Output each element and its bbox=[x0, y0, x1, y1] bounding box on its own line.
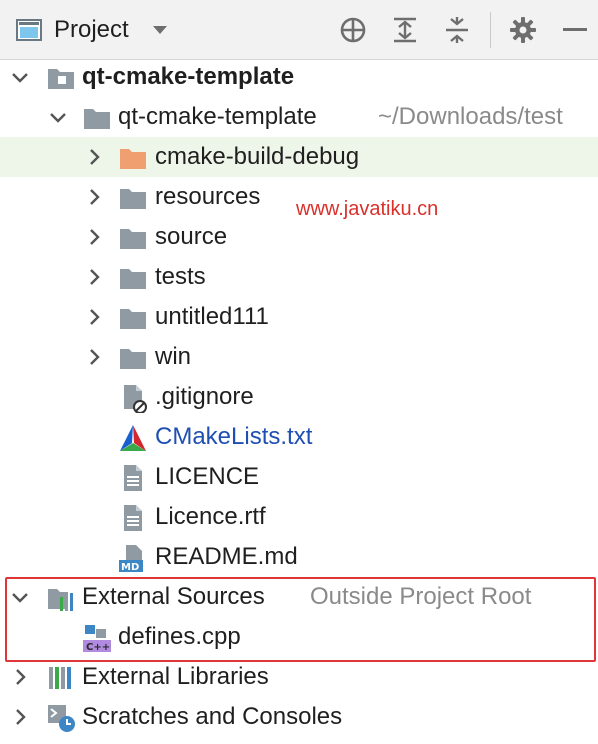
hide-icon[interactable] bbox=[560, 0, 590, 60]
dropdown-icon[interactable] bbox=[148, 0, 172, 60]
library-icon bbox=[46, 663, 76, 693]
tree-row-folder[interactable]: tests bbox=[0, 257, 598, 297]
module-path: ~/Downloads/test bbox=[378, 103, 563, 130]
file-label: LICENCE bbox=[155, 463, 260, 490]
tree-row-external-libraries[interactable]: External Libraries bbox=[0, 657, 598, 697]
folder-label: untitled111 bbox=[155, 303, 269, 330]
file-label: defines.cpp bbox=[118, 623, 241, 650]
text-file-icon bbox=[118, 463, 148, 493]
tree-row-file[interactable]: C++ defines.cpp bbox=[0, 617, 598, 657]
folder-label: source bbox=[155, 223, 228, 250]
tree-row-folder[interactable]: source bbox=[0, 217, 598, 257]
module-folder-icon bbox=[46, 63, 76, 93]
svg-text:MD: MD bbox=[121, 562, 139, 573]
markdown-file-icon: MD bbox=[118, 543, 148, 573]
chevron-down-icon[interactable] bbox=[46, 105, 70, 129]
collapse-all-icon[interactable] bbox=[440, 0, 474, 60]
folder-label: win bbox=[155, 343, 192, 370]
chevron-right-icon[interactable] bbox=[8, 705, 32, 729]
settings-icon[interactable] bbox=[506, 0, 540, 60]
folder-label: tests bbox=[155, 263, 206, 290]
folder-icon bbox=[118, 183, 148, 213]
tree-row-external-sources[interactable]: External Sources Outside Project Root bbox=[0, 577, 598, 617]
project-window-icon[interactable] bbox=[14, 0, 44, 60]
tree-row-file[interactable]: CMakeLists.txt bbox=[0, 417, 598, 457]
chevron-right-icon[interactable] bbox=[8, 665, 32, 689]
chevron-right-icon[interactable] bbox=[82, 185, 106, 209]
scratches-label: Scratches and Consoles bbox=[82, 703, 343, 730]
excluded-folder-icon bbox=[118, 143, 148, 173]
root-project-label: qt-cmake-template bbox=[82, 63, 295, 90]
expand-all-icon[interactable] bbox=[388, 0, 422, 60]
external-libraries-label: External Libraries bbox=[82, 663, 269, 690]
chevron-right-icon[interactable] bbox=[82, 145, 106, 169]
external-sources-hint: Outside Project Root bbox=[310, 583, 532, 610]
toolbar-title[interactable]: Project bbox=[54, 0, 129, 60]
tree-row-file[interactable]: MD README.md bbox=[0, 537, 598, 577]
watermark-text: www.javatiku.cn bbox=[296, 198, 439, 220]
scratches-icon bbox=[46, 703, 76, 733]
chevron-down-icon[interactable] bbox=[8, 585, 32, 609]
tree-row-scratches[interactable]: Scratches and Consoles bbox=[0, 697, 598, 737]
tree-row-root[interactable]: qt-cmake-template bbox=[0, 57, 598, 97]
tree-row-folder[interactable]: cmake-build-debug bbox=[0, 137, 598, 177]
chevron-right-icon[interactable] bbox=[82, 225, 106, 249]
folder-icon bbox=[118, 263, 148, 293]
file-label: .gitignore bbox=[155, 383, 254, 410]
folder-label: cmake-build-debug bbox=[155, 143, 360, 170]
toolbar-separator bbox=[490, 12, 491, 48]
folder-icon bbox=[118, 303, 148, 333]
tree-row-file[interactable]: .gitignore bbox=[0, 377, 598, 417]
external-sources-icon bbox=[46, 583, 76, 613]
folder-icon bbox=[82, 103, 112, 133]
tree-row-module[interactable]: qt-cmake-template ~/Downloads/test bbox=[0, 97, 598, 137]
file-label: Licence.rtf bbox=[155, 503, 266, 530]
chevron-right-icon[interactable] bbox=[82, 265, 106, 289]
chevron-right-icon[interactable] bbox=[82, 345, 106, 369]
module-label: qt-cmake-template bbox=[118, 103, 317, 130]
locate-icon[interactable] bbox=[336, 0, 370, 60]
tree-row-folder[interactable]: win bbox=[0, 337, 598, 377]
ignored-file-icon bbox=[118, 383, 148, 414]
tree-row-file[interactable]: LICENCE bbox=[0, 457, 598, 497]
cmake-icon bbox=[118, 423, 148, 453]
cpp-file-icon: C++ bbox=[82, 623, 112, 653]
folder-icon bbox=[118, 343, 148, 373]
tree-row-folder[interactable]: untitled111 bbox=[0, 297, 598, 337]
folder-icon bbox=[118, 223, 148, 253]
folder-label: resources bbox=[155, 183, 261, 210]
text-file-icon bbox=[118, 503, 148, 533]
chevron-down-icon[interactable] bbox=[8, 65, 32, 89]
tree-row-file[interactable]: Licence.rtf bbox=[0, 497, 598, 537]
project-toolbar: Project bbox=[0, 0, 598, 60]
file-label: README.md bbox=[155, 543, 298, 570]
chevron-right-icon[interactable] bbox=[82, 305, 106, 329]
svg-text:C++: C++ bbox=[86, 642, 110, 653]
external-sources-label: External Sources bbox=[82, 583, 265, 610]
file-label: CMakeLists.txt bbox=[155, 423, 313, 450]
